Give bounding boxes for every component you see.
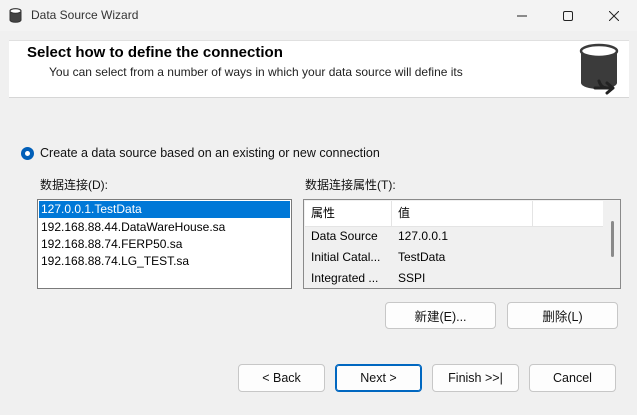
page-subtitle: You can select from a number of ways in … [49,65,463,79]
minimize-button[interactable] [499,0,545,31]
vertical-scrollbar[interactable] [604,201,619,287]
minimize-icon [517,15,527,16]
property-value: 127.0.0.1 [398,229,449,243]
radio-button-selected[interactable] [21,146,34,160]
wizard-header: Select how to define the connection You … [9,40,629,98]
table-row[interactable]: Data Source 127.0.0.1 [305,226,603,247]
back-button[interactable]: < Back [238,364,325,392]
table-row[interactable]: Integrated ... SSPI [305,268,603,288]
delete-connection-button[interactable]: 删除(L) [507,302,618,329]
scrollbar-thumb[interactable] [611,221,614,257]
maximize-button[interactable] [545,0,591,31]
cancel-button[interactable]: Cancel [529,364,616,392]
list-item[interactable]: 192.168.88.44.DataWareHouse.sa [38,219,291,236]
list-item-selected[interactable]: 127.0.0.1.TestData [39,201,290,218]
finish-button[interactable]: Finish >>| [432,364,519,392]
property-value: SSPI [398,271,426,285]
column-header-value[interactable]: 值 [392,201,533,226]
connection-properties-grid[interactable]: 属性 值 Data Source 127.0.0.1 Initial Catal… [303,199,621,289]
next-button[interactable]: Next > [335,364,422,392]
table-row[interactable]: Initial Catal... TestData [305,247,603,268]
create-connection-label: Create a data source based on an existin… [40,146,380,160]
connections-list[interactable]: 127.0.0.1.TestData 192.168.88.44.DataWar… [37,199,292,289]
database-icon [9,8,22,23]
window-title: Data Source Wizard [31,8,139,22]
column-header-property[interactable]: 属性 [305,201,392,226]
property-value: TestData [398,250,446,264]
database-icon [579,43,619,95]
data-source-wizard-window: Data Source Wizard Select how to define … [0,0,637,415]
close-button[interactable] [591,0,637,31]
connections-label: 数据连接(D): [40,178,108,192]
maximize-icon [563,10,573,21]
property-key: Initial Catal... [311,250,381,264]
properties-label: 数据连接属性(T): [305,178,396,192]
title-bar: Data Source Wizard [0,0,637,31]
grid-header: 属性 值 [305,201,603,227]
property-key: Data Source [311,229,378,243]
list-item[interactable]: 192.168.88.74.FERP50.sa [38,236,291,253]
page-title: Select how to define the connection [27,44,283,61]
property-key: Integrated ... [311,271,379,285]
new-connection-button[interactable]: 新建(E)... [385,302,496,329]
list-item[interactable]: 192.168.88.74.LG_TEST.sa [38,253,291,270]
create-connection-option[interactable]: Create a data source based on an existin… [21,146,380,160]
close-icon [609,10,619,21]
